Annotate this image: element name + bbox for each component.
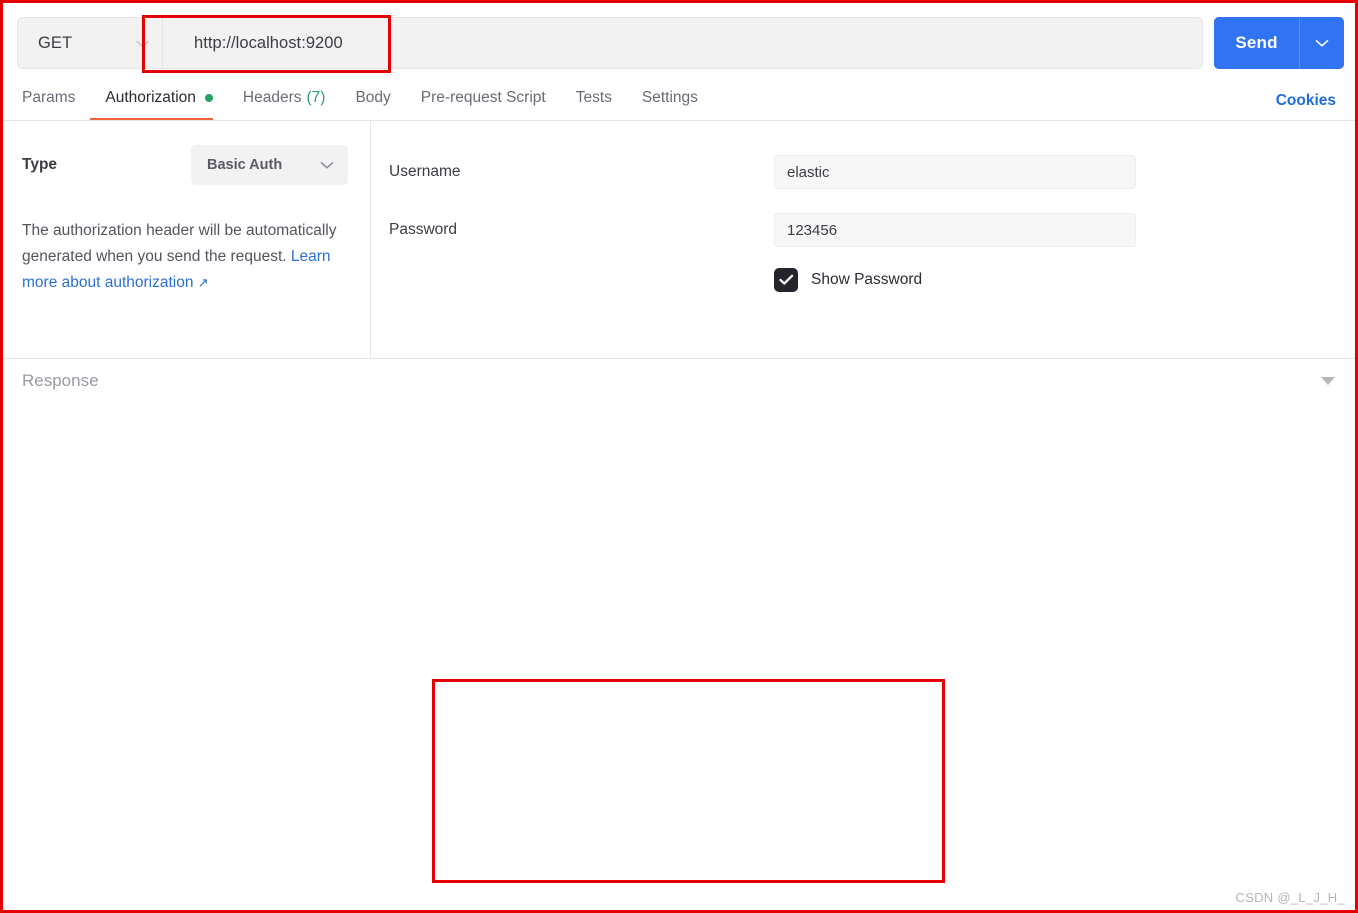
tab-authorization-label: Authorization <box>105 89 196 106</box>
cookies-link[interactable]: Cookies <box>1276 92 1336 110</box>
show-password-label: Show Password <box>811 271 923 288</box>
send-button[interactable]: Send <box>1214 17 1299 69</box>
request-url-bar: GET http://localhost:9200 Send <box>17 17 1344 69</box>
auth-type-label: Type <box>22 156 58 173</box>
url-input[interactable]: http://localhost:9200 <box>163 18 1202 68</box>
password-row: Password 123456 <box>389 201 1355 259</box>
http-method-select[interactable]: GET <box>18 18 162 68</box>
auth-description-text: The authorization header will be automat… <box>22 222 337 265</box>
auth-type-column: Type Basic Auth The authorization header… <box>3 121 371 358</box>
postman-request-window: GET http://localhost:9200 Send Params Au… <box>0 0 1358 913</box>
auth-credentials-column: Username elastic Password 123456 Show Pa… <box>371 121 1355 358</box>
username-value: elastic <box>787 163 830 181</box>
tab-body[interactable]: Body <box>340 76 405 120</box>
auth-type-row: Type Basic Auth <box>22 145 348 185</box>
external-link-icon: ↗ <box>197 275 209 290</box>
tab-headers-count: (7) <box>306 89 326 106</box>
tab-tests[interactable]: Tests <box>561 76 627 120</box>
auth-configured-dot-icon <box>204 94 213 102</box>
check-icon <box>778 274 793 285</box>
tab-tests-label: Tests <box>575 89 612 106</box>
tab-params[interactable]: Params <box>22 76 90 120</box>
tab-pre-request-script-label: Pre-request Script <box>420 89 546 106</box>
password-label: Password <box>389 221 458 238</box>
http-method-label: GET <box>38 33 73 52</box>
request-tab-bar: Params Authorization Headers (7) Body Pr… <box>3 77 1355 121</box>
show-password-row: Show Password <box>774 268 1355 292</box>
url-text: http://localhost:9200 <box>194 33 343 52</box>
username-row: Username elastic <box>389 143 1355 201</box>
tab-pre-request-script[interactable]: Pre-request Script <box>406 76 561 120</box>
tab-body-label: Body <box>355 89 391 106</box>
tab-settings[interactable]: Settings <box>627 76 713 120</box>
watermark: CSDN @_L_J_H_ <box>1235 890 1345 905</box>
url-input-group: GET http://localhost:9200 <box>17 17 1203 69</box>
auth-type-value: Basic Auth <box>207 157 283 173</box>
tab-headers-label: Headers <box>242 89 302 106</box>
password-value: 123456 <box>787 221 838 239</box>
response-header: Response <box>3 358 1355 403</box>
tab-authorization[interactable]: Authorization <box>90 76 227 120</box>
tab-settings-label: Settings <box>641 89 698 106</box>
show-password-checkbox[interactable] <box>774 268 798 292</box>
response-body: Could not get response Error: socket han… <box>3 403 1355 910</box>
request-tabs: Params Authorization Headers (7) Body Pr… <box>3 76 713 120</box>
tab-params-label: Params <box>22 89 76 106</box>
auth-description: The authorization header will be automat… <box>22 218 348 296</box>
auth-type-dropdown[interactable]: Basic Auth <box>191 145 348 185</box>
username-label: Username <box>389 163 461 180</box>
tab-headers[interactable]: Headers (7) <box>228 76 341 120</box>
chevron-down-icon <box>136 37 149 50</box>
authorization-panel: Type Basic Auth The authorization header… <box>3 121 1355 358</box>
password-input[interactable]: 123456 <box>774 213 1136 247</box>
caret-down-icon[interactable] <box>1321 377 1335 385</box>
send-button-group: Send <box>1214 17 1344 69</box>
send-options-button[interactable] <box>1300 17 1344 69</box>
username-input[interactable]: elastic <box>774 155 1136 189</box>
chevron-down-icon <box>320 158 334 173</box>
response-title: Response <box>22 371 99 390</box>
